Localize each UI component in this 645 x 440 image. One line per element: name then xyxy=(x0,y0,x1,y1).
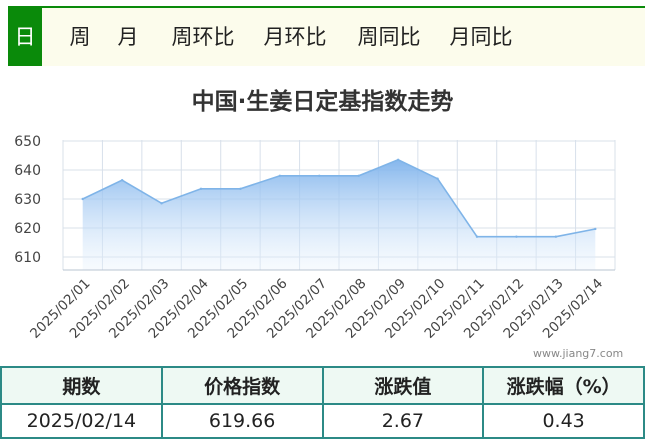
price-index-chart: 6106206306406502025/02/012025/02/022025/… xyxy=(14,134,616,342)
data-point-2025/02/06 xyxy=(278,174,282,177)
data-point-2025/02/08 xyxy=(357,174,360,177)
cell-period: 2025/02/14 xyxy=(0,403,163,439)
data-point-2025/02/02 xyxy=(120,178,124,182)
summary-table: 期数 价格指数 涨跌值 涨跌幅（%） 2025/02/14 619.66 2.6… xyxy=(0,366,645,439)
y-tick-label: 640 xyxy=(14,163,41,179)
data-point-2025/02/12 xyxy=(515,235,518,238)
data-point-2025/02/05 xyxy=(239,187,242,191)
header-change-value: 涨跌值 xyxy=(321,366,485,405)
header-change-percent: 涨跌幅（%） xyxy=(482,366,645,405)
data-point-2025/02/13 xyxy=(554,235,558,238)
y-tick-label: 620 xyxy=(14,221,41,237)
summary-data-row: 2025/02/14 619.66 2.67 0.43 xyxy=(0,403,645,439)
header-price-index: 价格指数 xyxy=(160,366,324,405)
y-tick-label: 650 xyxy=(14,134,41,150)
summary-header-row: 期数 价格指数 涨跌值 涨跌幅（%） xyxy=(0,366,645,405)
data-point-2025/02/03 xyxy=(160,202,163,205)
watermark: www.jiang7.com xyxy=(533,347,624,360)
data-point-2025/02/14 xyxy=(594,227,597,231)
cell-change-percent: 0.43 xyxy=(482,403,645,439)
data-point-2025/02/07 xyxy=(318,174,321,177)
cell-change-value: 2.67 xyxy=(321,403,485,439)
data-point-2025/02/01 xyxy=(81,197,84,201)
data-point-2025/02/04 xyxy=(199,187,203,191)
y-tick-label: 630 xyxy=(14,192,41,208)
cell-price-index: 619.66 xyxy=(160,403,324,439)
header-period: 期数 xyxy=(0,366,163,405)
data-point-2025/02/09 xyxy=(396,158,400,162)
data-point-2025/02/10 xyxy=(436,177,439,180)
y-tick-label: 610 xyxy=(14,250,41,266)
data-point-2025/02/11 xyxy=(475,235,479,238)
